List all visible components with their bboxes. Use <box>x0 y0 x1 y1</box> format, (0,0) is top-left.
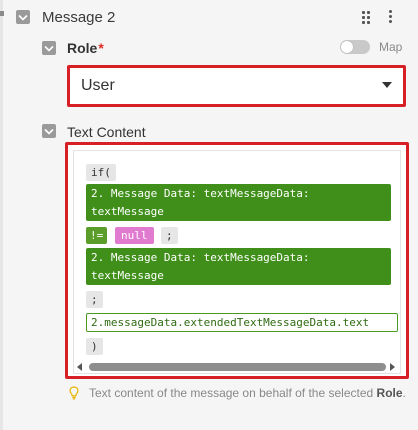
caret-down-icon <box>382 82 392 88</box>
role-label-text: Role <box>67 40 98 56</box>
lightbulb-icon <box>69 386 79 400</box>
chevron-down-icon <box>44 128 54 135</box>
drag-handle-icon[interactable] <box>362 11 370 24</box>
role-collapse-checkbox[interactable] <box>42 41 56 55</box>
chevron-down-icon <box>18 14 28 21</box>
token-message-data-1-line2: textMessage <box>91 205 164 218</box>
hint-end: . <box>402 386 406 400</box>
token-null[interactable]: null <box>115 227 154 244</box>
token-extended-path[interactable]: 2.messageData.extendedTextMessageData.te… <box>86 313 398 332</box>
token-not-equals[interactable]: != <box>86 227 108 244</box>
hint-text: Text content of the message on behalf of… <box>89 386 374 400</box>
token-semicolon-2[interactable]: ; <box>86 291 103 308</box>
scroll-left-arrow-icon[interactable] <box>77 363 82 371</box>
token-message-data-1-line1: 2. Message Data: textMessageData: <box>91 187 310 200</box>
token-message-data-2-line2: textMessage <box>91 269 164 282</box>
scrollbar-thumb[interactable] <box>89 363 386 371</box>
token-semicolon-1[interactable]: ; <box>161 227 178 244</box>
map-label: Map <box>379 40 403 54</box>
token-close-paren[interactable]: ) <box>86 338 103 355</box>
token-message-data-1[interactable]: 2. Message Data: textMessageData: textMe… <box>86 184 391 221</box>
message-title: Message 2 <box>42 9 116 26</box>
more-options-icon[interactable] <box>389 10 392 23</box>
editor-inner[interactable]: if( 2. Message Data: textMessageData: te… <box>73 150 401 374</box>
role-select-value: User <box>81 77 115 94</box>
text-content-collapse-checkbox[interactable] <box>42 124 56 138</box>
scroll-right-arrow-icon[interactable] <box>390 363 395 371</box>
token-message-data-2[interactable]: 2. Message Data: textMessageData: textMe… <box>86 248 391 285</box>
text-content-editor[interactable]: if( 2. Message Data: textMessageData: te… <box>65 142 409 379</box>
token-message-data-2-line1: 2. Message Data: textMessageData: <box>91 251 310 264</box>
text-content-hint: Text content of the message on behalf of… <box>89 385 409 401</box>
token-if-open[interactable]: if( <box>86 164 116 181</box>
map-toggle[interactable] <box>340 40 370 54</box>
chevron-down-icon <box>44 45 54 52</box>
map-toggle-knob <box>341 41 353 53</box>
left-tick <box>0 11 4 16</box>
text-content-label: Text Content <box>67 124 146 140</box>
required-mark: * <box>98 40 104 56</box>
left-rule <box>0 0 3 430</box>
hint-role: Role <box>376 386 403 400</box>
horizontal-scrollbar[interactable] <box>77 362 395 372</box>
role-select[interactable]: User <box>67 65 406 107</box>
role-label: Role* <box>67 40 104 56</box>
message-collapse-checkbox[interactable] <box>16 10 30 24</box>
